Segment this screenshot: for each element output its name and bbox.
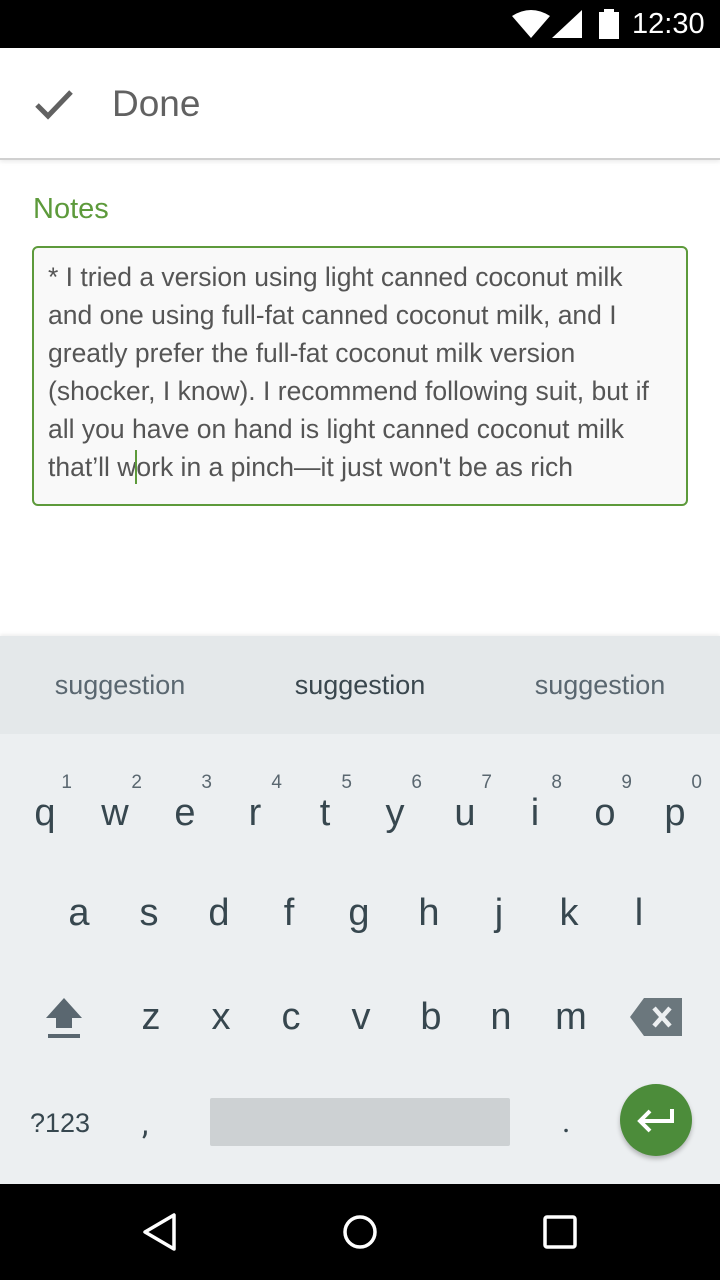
back-icon bbox=[143, 1213, 176, 1251]
notes-text-after-cursor: ork in a pinch—it just won't be as rich bbox=[136, 452, 573, 482]
recents-icon bbox=[543, 1215, 577, 1249]
battery-icon bbox=[599, 9, 619, 39]
key-z[interactable]: z bbox=[116, 734, 186, 1038]
key-a[interactable]: a bbox=[44, 734, 114, 934]
done-button[interactable]: Done bbox=[24, 48, 200, 160]
notes-label: Notes bbox=[33, 193, 109, 225]
suggestion-middle[interactable]: suggestion bbox=[240, 636, 480, 734]
recents-button[interactable] bbox=[534, 1206, 586, 1258]
suggestion-right[interactable]: suggestion bbox=[480, 636, 720, 734]
enter-icon bbox=[637, 1109, 674, 1133]
comma-key[interactable]: , bbox=[142, 1104, 148, 1142]
notes-textarea[interactable]: * I tried a version using light canned c… bbox=[32, 246, 688, 506]
status-bar: 12:30 bbox=[0, 0, 720, 48]
home-icon bbox=[343, 1215, 377, 1249]
period-key[interactable]: . bbox=[562, 1102, 570, 1140]
symbols-key[interactable]: ?123 bbox=[30, 1108, 90, 1139]
wifi-icon bbox=[512, 10, 550, 38]
key-v[interactable]: v bbox=[326, 734, 396, 1038]
key-n[interactable]: n bbox=[466, 734, 536, 1038]
notes-text-before-cursor: * I tried a version using light canned c… bbox=[48, 262, 657, 482]
suggestion-left[interactable]: suggestion bbox=[0, 636, 240, 734]
backspace-icon[interactable] bbox=[630, 998, 682, 1036]
enter-button[interactable] bbox=[620, 1084, 692, 1156]
key-b[interactable]: b bbox=[396, 734, 466, 1038]
suggestion-strip: suggestion suggestion suggestion bbox=[0, 636, 720, 734]
signal-icon bbox=[552, 10, 582, 38]
space-bar[interactable] bbox=[210, 1098, 510, 1146]
home-button[interactable] bbox=[334, 1206, 386, 1258]
key-m[interactable]: m bbox=[536, 734, 606, 1038]
key-l[interactable]: l bbox=[604, 734, 674, 934]
shift-icon[interactable] bbox=[44, 996, 84, 1040]
back-button[interactable] bbox=[134, 1206, 186, 1258]
key-x[interactable]: x bbox=[186, 734, 256, 1038]
notes-text: * I tried a version using light canned c… bbox=[48, 258, 672, 486]
clock: 12:30 bbox=[632, 8, 705, 40]
check-icon bbox=[24, 74, 84, 134]
navigation-bar bbox=[0, 1184, 720, 1280]
done-label: Done bbox=[112, 83, 201, 124]
soft-keyboard: 1q 2w 3e 4r 5t 6y 7u 8i 9o 0p a s d f g … bbox=[0, 734, 720, 1184]
key-c[interactable]: c bbox=[256, 734, 326, 1038]
app-bar: Done bbox=[0, 48, 720, 160]
